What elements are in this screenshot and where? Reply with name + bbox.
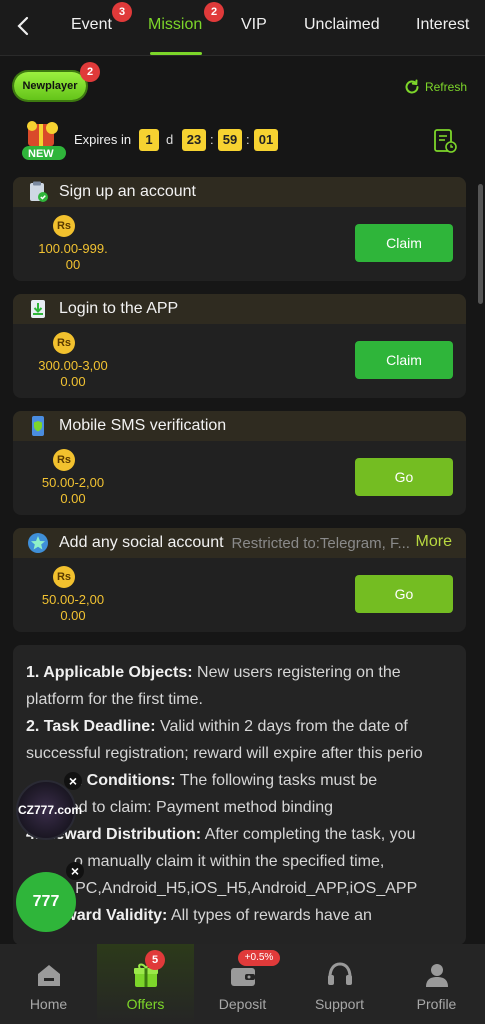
nav-home[interactable]: Home (0, 944, 97, 1024)
profile-icon (426, 964, 448, 987)
rule-line: pleted to claim: Payment method binding (44, 799, 334, 816)
offers-badge: 5 (145, 950, 165, 970)
task-card: Sign up an account Rs 100.00-999. 00 Clai… (13, 177, 466, 281)
claim-button[interactable]: Claim (355, 341, 453, 379)
refresh-button[interactable]: Refresh (403, 78, 467, 96)
bottom-nav: Home 5 Offers +0.5% Deposit Support Prof… (0, 944, 485, 1024)
nav-support[interactable]: Support (291, 944, 388, 1024)
nav-offers[interactable]: 5 Offers (97, 944, 194, 1024)
top-tab-bar: Event 3 Mission 2 VIP Unclaimed Interest (0, 0, 485, 56)
social-star-icon (28, 533, 48, 553)
floating-promo-cz777[interactable]: CZ777.com × (16, 772, 82, 840)
rupee-coin-icon: Rs (53, 449, 75, 471)
go-button[interactable]: Go (355, 458, 453, 496)
tab-mission-badge: 2 (204, 2, 224, 22)
deposit-badge: +0.5% (238, 950, 280, 966)
claim-button[interactable]: Claim (355, 224, 453, 262)
task-card: Login to the APP Rs 300.00-3,00 0.00 Clai… (13, 294, 466, 398)
more-link[interactable]: More (416, 533, 452, 551)
countdown-hours: 23 (182, 129, 206, 151)
rupee-coin-icon: Rs (53, 566, 75, 588)
countdown-seconds: 01 (254, 129, 278, 151)
newplayer-gift-icon: NEW (18, 118, 66, 164)
headset-icon (328, 962, 352, 985)
tab-mission[interactable]: Mission (148, 16, 202, 34)
app-download-icon (31, 300, 45, 318)
new-label: NEW (28, 148, 54, 160)
rules-panel: 1. Applicable Objects: New users registe… (13, 645, 466, 945)
floating-promo-777[interactable]: 777 × (16, 862, 84, 932)
expires-label: Expires in (74, 132, 132, 147)
close-icon[interactable]: × (66, 862, 84, 880)
rule-line: 4. Reward Distribution: After completing… (26, 826, 416, 843)
newplayer-badge: 2 (80, 62, 100, 82)
home-icon (38, 965, 60, 986)
phone-shield-icon (32, 416, 44, 436)
nav-deposit[interactable]: +0.5% Deposit (194, 944, 291, 1024)
rule-line: m Conditions: The following tasks must b… (68, 772, 378, 789)
task-card: Mobile SMS verification Rs 50.00-2,00 0.0… (13, 411, 466, 515)
task-title: Login to the APP (59, 300, 179, 317)
rule-line: 1. Applicable Objects: New users registe… (26, 664, 401, 708)
records-icon[interactable] (433, 128, 457, 154)
reward-amount: 100.00-999. 00 (38, 241, 108, 272)
promo-logo-text: CZ777.com (18, 803, 83, 817)
nav-profile[interactable]: Profile (388, 944, 485, 1024)
countdown-minutes: 59 (218, 129, 242, 151)
reward-amount: 50.00-2,00 0.00 (41, 592, 105, 623)
rule-line: d to PC,Android_H5,iOS_H5,Android_APP,iO… (44, 880, 418, 897)
rule-line: o manually claim it within the specified… (74, 853, 385, 870)
close-icon[interactable]: × (64, 772, 82, 790)
refresh-label: Refresh (424, 80, 467, 94)
nav-label: Support (314, 996, 365, 1012)
task-title: Add any social account (59, 534, 224, 551)
task-title: Mobile SMS verification (59, 417, 227, 434)
rupee-coin-icon: Rs (53, 215, 75, 237)
nav-label: Profile (416, 996, 457, 1012)
reward-amount: 300.00-3,00 0.00 (38, 358, 108, 389)
back-arrow-icon[interactable] (12, 14, 36, 38)
reward-amount: 50.00-2,00 0.00 (41, 475, 105, 506)
countdown-day-unit: d (166, 132, 174, 147)
task-restriction: Restricted to:Telegram, F... (231, 534, 410, 552)
task-card: Add any social account Restricted to:Tel… (13, 528, 466, 632)
newplayer-chip[interactable]: Newplayer (14, 72, 86, 100)
rule-line: 5. Reward Validity: All types of rewards… (26, 907, 372, 924)
tab-interest[interactable]: Interest (416, 16, 469, 34)
countdown-days: 1 (139, 129, 159, 151)
tab-vip[interactable]: VIP (241, 16, 267, 34)
countdown-sep: : (210, 132, 214, 147)
active-tab-indicator (150, 52, 202, 55)
task-title: Sign up an account (59, 183, 196, 200)
countdown-sep: : (246, 132, 250, 147)
clipboard-check-icon (30, 181, 48, 202)
go-button[interactable]: Go (355, 575, 453, 613)
tab-event[interactable]: Event (71, 16, 112, 34)
tab-unclaimed[interactable]: Unclaimed (304, 16, 380, 34)
rule-line: 2. Task Deadline: Valid within 2 days fr… (26, 718, 423, 762)
refresh-icon (405, 79, 419, 94)
promo-logo-text: 777 (32, 893, 60, 910)
nav-label: Deposit (218, 996, 267, 1012)
scrollbar-thumb[interactable] (478, 184, 483, 304)
rupee-coin-icon: Rs (53, 332, 75, 354)
nav-label: Home (29, 996, 68, 1012)
nav-label: Offers (126, 996, 165, 1012)
tab-event-badge: 3 (112, 2, 132, 22)
